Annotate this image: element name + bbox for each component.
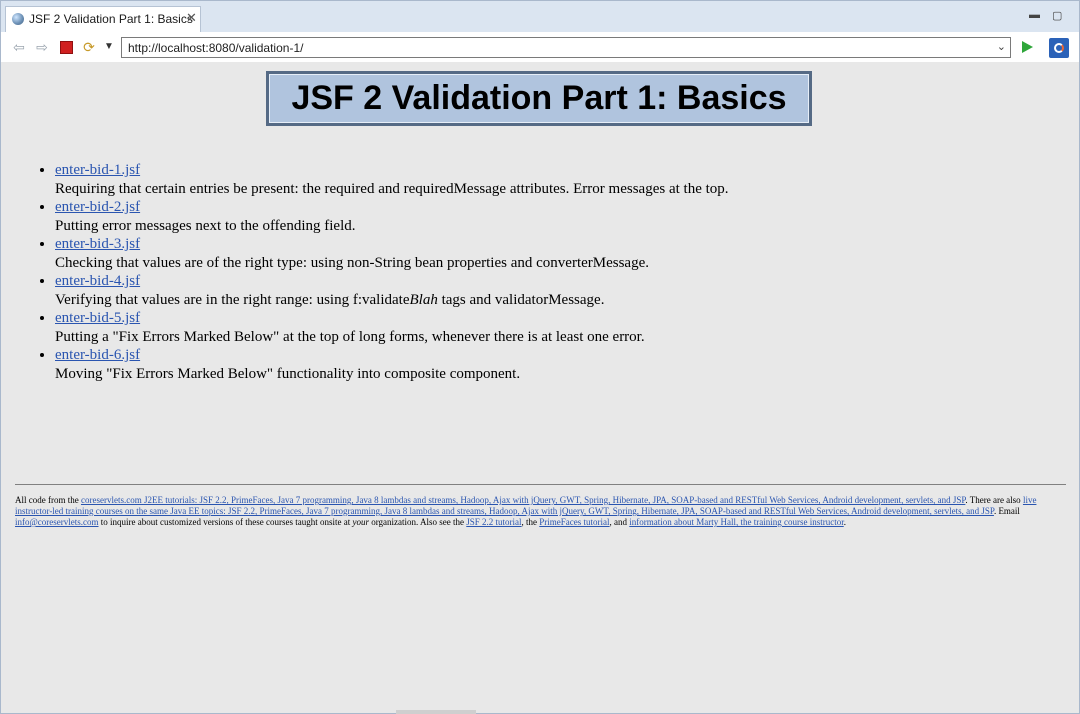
minimize-icon[interactable]: ▬ <box>1029 9 1040 21</box>
globe-icon <box>12 13 24 25</box>
item-description: Verifying that values are in the right r… <box>55 291 605 308</box>
tab-bar: JSF 2 Validation Part 1: Basics ✕ ▬ ▢ <box>1 1 1079 32</box>
go-icon[interactable] <box>1022 41 1033 53</box>
list-item: enter-bid-4.jsf Verifying that values ar… <box>55 272 955 309</box>
page-content: JSF 2 Validation Part 1: Basics enter-bi… <box>7 63 1075 708</box>
forward-icon[interactable]: ⇨ <box>34 39 50 55</box>
status-strip <box>396 710 476 714</box>
list-item: enter-bid-5.jsf Putting a "Fix Errors Ma… <box>55 309 955 346</box>
chevron-down-icon[interactable]: ⌄ <box>997 40 1006 53</box>
page-title-box: JSF 2 Validation Part 1: Basics <box>266 71 812 126</box>
dropdown-arrow-icon[interactable]: ▼ <box>101 39 117 55</box>
stop-icon[interactable] <box>60 41 73 54</box>
footer-link-email[interactable]: info@coreservlets.com <box>15 517 99 527</box>
item-description: Moving "Fix Errors Marked Below" functio… <box>55 365 521 382</box>
link-enter-bid-2[interactable]: enter-bid-2.jsf <box>55 199 140 215</box>
link-enter-bid-1[interactable]: enter-bid-1.jsf <box>55 162 140 178</box>
item-description: Requiring that certain entries be presen… <box>55 180 729 197</box>
link-enter-bid-3[interactable]: enter-bid-3.jsf <box>55 236 140 252</box>
link-enter-bid-4[interactable]: enter-bid-4.jsf <box>55 273 140 289</box>
tab-title: JSF 2 Validation Part 1: Basics <box>29 12 193 26</box>
footer-divider <box>15 484 1066 485</box>
footer-link-jsf-tutorial[interactable]: JSF 2.2 tutorial <box>466 517 521 527</box>
footer-link-primefaces-tutorial[interactable]: PrimeFaces tutorial <box>539 517 609 527</box>
browser-menu-icon[interactable] <box>1049 38 1069 58</box>
list-item: enter-bid-2.jsf Putting error messages n… <box>55 198 955 235</box>
footer-link-tutorials[interactable]: coreservlets.com J2EE tutorials: JSF 2.2… <box>81 495 965 505</box>
list-item: enter-bid-6.jsf Moving "Fix Errors Marke… <box>55 346 955 383</box>
refresh-icon[interactable]: ⟳ <box>81 39 97 55</box>
footer-text: All code from the coreservlets.com J2EE … <box>15 495 1037 527</box>
page-title: JSF 2 Validation Part 1: Basics <box>291 79 787 117</box>
list-item: enter-bid-3.jsf Checking that values are… <box>55 235 955 272</box>
item-description: Putting a "Fix Errors Marked Below" at t… <box>55 328 645 345</box>
back-icon[interactable]: ⇦ <box>11 39 27 55</box>
item-description: Putting error messages next to the offen… <box>55 217 356 234</box>
browser-tab[interactable]: JSF 2 Validation Part 1: Basics ✕ <box>5 6 201 32</box>
url-text: http://localhost:8080/validation-1/ <box>128 41 304 55</box>
example-list: enter-bid-1.jsf Requiring that certain e… <box>27 161 955 383</box>
url-bar[interactable]: http://localhost:8080/validation-1/ ⌄ <box>121 37 1011 58</box>
maximize-icon[interactable]: ▢ <box>1052 9 1062 22</box>
link-enter-bid-5[interactable]: enter-bid-5.jsf <box>55 310 140 326</box>
browser-window: JSF 2 Validation Part 1: Basics ✕ ▬ ▢ ⇦ … <box>0 0 1080 714</box>
close-tab-icon[interactable]: ✕ <box>186 10 197 26</box>
item-description: Checking that values are of the right ty… <box>55 254 649 271</box>
list-item: enter-bid-1.jsf Requiring that certain e… <box>55 161 955 198</box>
link-enter-bid-6[interactable]: enter-bid-6.jsf <box>55 347 140 363</box>
footer-link-marty-hall[interactable]: information about Marty Hall, the traini… <box>629 517 843 527</box>
